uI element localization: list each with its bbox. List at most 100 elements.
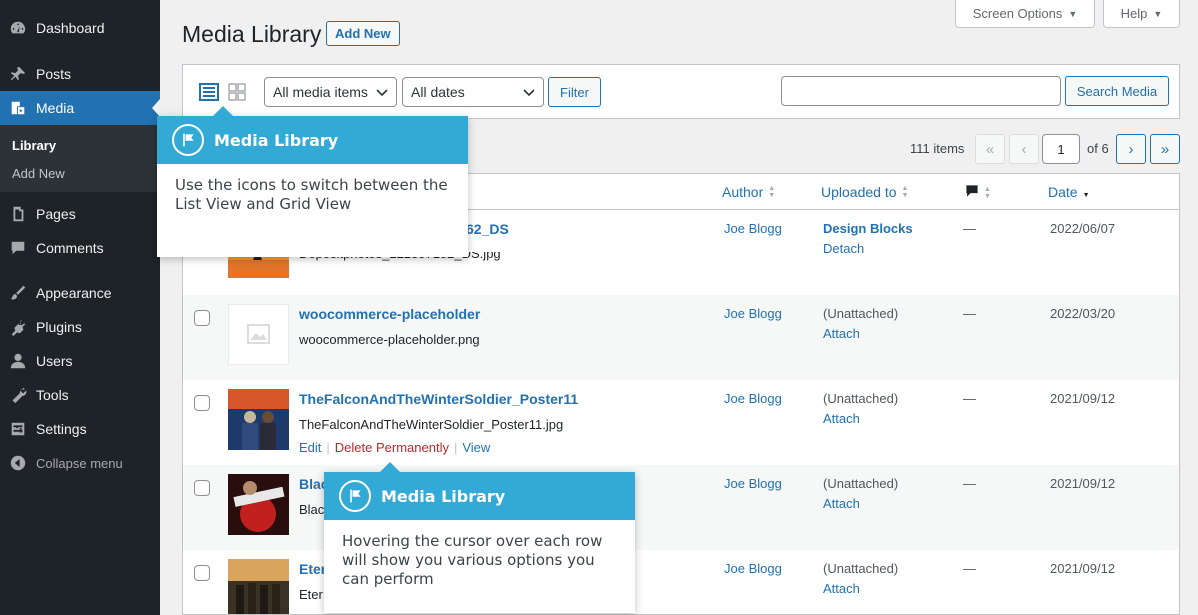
guided-tour-tooltip: Media Library Hovering the cursor over e…: [324, 462, 635, 613]
uploaded-to-link[interactable]: Design Blocks: [823, 221, 913, 236]
separator: |: [326, 440, 330, 455]
attach-link[interactable]: Attach: [823, 496, 860, 511]
author-link[interactable]: Joe Blogg: [724, 306, 782, 321]
dates-select[interactable]: All dates: [402, 77, 544, 107]
sidebar-item-settings[interactable]: Settings: [0, 412, 160, 446]
column-uploaded-to[interactable]: Uploaded to ▲ ▼: [821, 184, 908, 200]
media-filename: TheFalconAndTheWinterSoldier_Poster11.jp…: [299, 417, 564, 432]
edit-link[interactable]: Edit: [299, 440, 321, 455]
sidebar-item-label: Appearance: [36, 285, 112, 301]
media-filter-bar: All media items All dates Filter Search …: [182, 64, 1180, 119]
detach-link[interactable]: Detach: [823, 241, 864, 256]
dashboard-icon: [0, 19, 36, 37]
plugin-icon: [0, 318, 36, 336]
media-thumbnail[interactable]: [228, 389, 289, 450]
table-row[interactable]: woocommerce-placeholder woocommerce-plac…: [183, 295, 1179, 380]
flag-icon: [339, 480, 371, 512]
media-filename: Blac: [299, 502, 325, 517]
last-page-button[interactable]: »: [1150, 134, 1180, 164]
collapse-label: Collapse menu: [36, 455, 123, 471]
sidebar-item-label: Media: [36, 100, 75, 116]
row-checkbox[interactable]: [194, 480, 210, 496]
sidebar-item-appearance[interactable]: Appearance: [0, 276, 160, 310]
media-thumbnail[interactable]: [228, 304, 289, 365]
tooltip-arrow: [380, 462, 400, 472]
row-actions: Edit | Delete Permanently | View: [299, 440, 490, 455]
admin-sidebar: Dashboard Posts Media Library Add New Pa…: [0, 0, 160, 615]
caret-down-icon: ▼: [1068, 8, 1078, 19]
search-media-button[interactable]: Search Media: [1065, 76, 1169, 106]
tooltip-arrow: [213, 106, 233, 116]
delete-permanently-link[interactable]: Delete Permanently: [335, 440, 449, 455]
help-button[interactable]: Help ▼: [1103, 0, 1180, 28]
author-link[interactable]: Joe Blogg: [724, 221, 782, 236]
attach-link[interactable]: Attach: [823, 411, 860, 426]
column-comments[interactable]: ▲ ▼: [965, 184, 991, 201]
sidebar-item-dashboard[interactable]: Dashboard: [0, 11, 160, 45]
media-date: 2022/06/07: [1050, 221, 1116, 236]
sidebar-item-posts[interactable]: Posts: [0, 57, 160, 91]
view-link[interactable]: View: [462, 440, 490, 455]
column-date[interactable]: Date ▲ ▼: [1048, 184, 1090, 200]
uploaded-to-status: (Unattached): [823, 391, 899, 406]
media-title-link[interactable]: 62_DS: [466, 221, 509, 237]
media-filename: Eter: [299, 587, 323, 602]
column-author[interactable]: Author ▲ ▼: [722, 184, 775, 200]
uploaded-to-status: (Unattached): [823, 306, 899, 321]
media-type-select[interactable]: All media items: [264, 77, 397, 107]
row-checkbox[interactable]: [194, 310, 210, 326]
submenu-item-library[interactable]: Library: [12, 138, 56, 153]
media-thumbnail[interactable]: [228, 474, 289, 535]
screen-options-button[interactable]: Screen Options ▼: [955, 0, 1095, 28]
sidebar-item-pages[interactable]: Pages: [0, 197, 160, 231]
sort-icon: ▲ ▼: [768, 185, 776, 199]
add-new-button[interactable]: Add New: [326, 21, 400, 46]
current-page-input[interactable]: 1: [1042, 134, 1080, 164]
grid-view-icon[interactable]: [227, 82, 247, 102]
media-date: 2022/03/20: [1050, 306, 1116, 321]
sidebar-item-label: Plugins: [36, 319, 82, 335]
media-title-link[interactable]: Eter: [299, 561, 326, 577]
comment-count: —: [963, 306, 976, 321]
comment-count: —: [963, 561, 976, 576]
table-row[interactable]: TheFalconAndTheWinterSoldier_Poster11 Th…: [183, 380, 1179, 465]
sidebar-item-plugins[interactable]: Plugins: [0, 310, 160, 344]
author-link[interactable]: Joe Blogg: [724, 561, 782, 576]
media-filename: woocommerce-placeholder.png: [299, 332, 480, 347]
sidebar-item-tools[interactable]: Tools: [0, 378, 160, 412]
author-link[interactable]: Joe Blogg: [724, 391, 782, 406]
comment-count: —: [963, 391, 976, 406]
settings-icon: [0, 420, 36, 438]
chevron-down-icon: [376, 84, 388, 100]
attach-link[interactable]: Attach: [823, 326, 860, 341]
sidebar-item-media[interactable]: Media: [0, 91, 160, 125]
row-checkbox[interactable]: [194, 565, 210, 581]
first-page-button: «: [975, 134, 1005, 164]
sidebar-item-users[interactable]: Users: [0, 344, 160, 378]
collapse-menu-button[interactable]: Collapse menu: [0, 452, 123, 474]
media-title-link[interactable]: TheFalconAndTheWinterSoldier_Poster11: [299, 391, 578, 407]
total-pages: of 6: [1087, 141, 1109, 156]
media-thumbnail[interactable]: [228, 559, 289, 614]
filter-button[interactable]: Filter: [548, 77, 601, 107]
attach-link[interactable]: Attach: [823, 581, 860, 596]
list-view-icon[interactable]: [199, 82, 219, 102]
author-link[interactable]: Joe Blogg: [724, 476, 782, 491]
media-date: 2021/09/12: [1050, 561, 1116, 576]
tooltip-header: Media Library: [324, 472, 635, 520]
row-checkbox[interactable]: [194, 395, 210, 411]
sidebar-item-comments[interactable]: Comments: [0, 231, 160, 265]
sidebar-item-label: Dashboard: [36, 20, 105, 36]
user-icon: [0, 352, 36, 370]
media-title-link[interactable]: woocommerce-placeholder: [299, 306, 480, 322]
column-uploaded-to-label: Uploaded to: [821, 184, 897, 200]
screen-options-label: Screen Options: [972, 6, 1063, 21]
column-date-label: Date: [1048, 184, 1078, 200]
comment-count: —: [963, 476, 976, 491]
sidebar-item-label: Comments: [36, 240, 104, 256]
media-submenu: Library Add New: [0, 125, 160, 192]
comment-icon: [0, 239, 36, 257]
next-page-button[interactable]: ›: [1116, 134, 1146, 164]
search-input[interactable]: [781, 76, 1061, 106]
submenu-item-add-new[interactable]: Add New: [12, 166, 65, 181]
